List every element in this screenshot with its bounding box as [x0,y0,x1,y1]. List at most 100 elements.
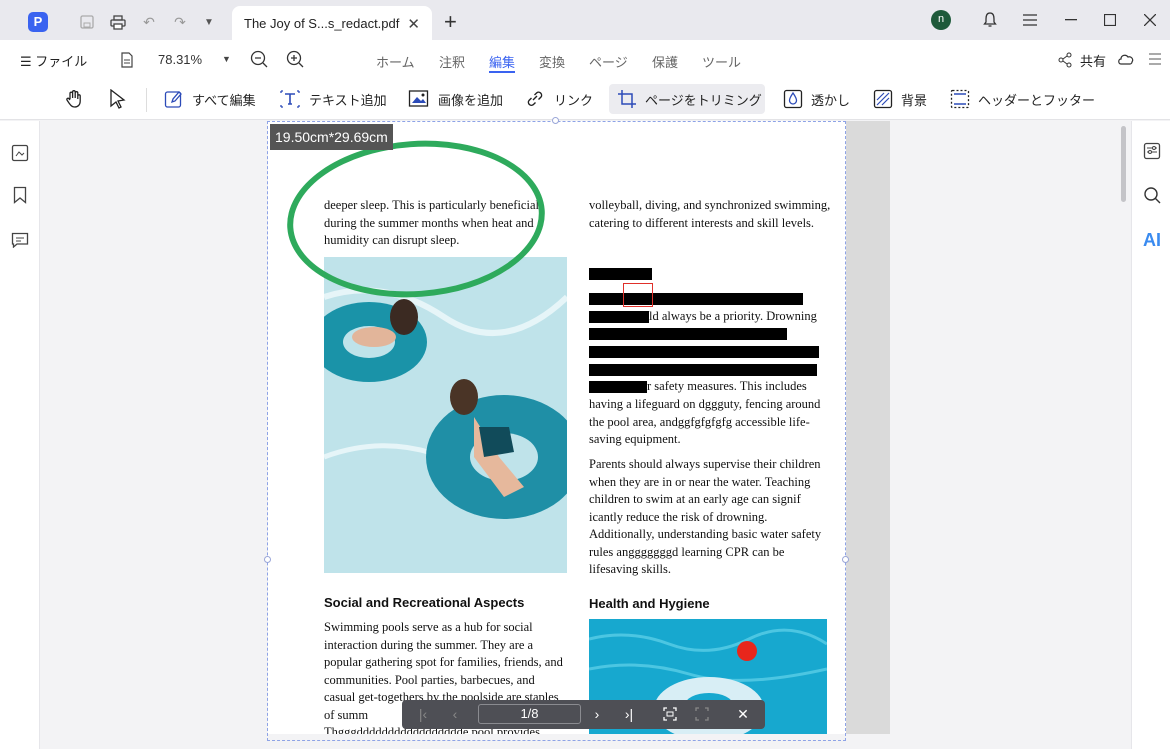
minimize-icon[interactable] [1061,10,1081,30]
redo-icon[interactable]: ↷ [171,13,189,31]
crop-size-label: 19.50cm*29.69cm [270,124,393,150]
file-menu[interactable]: ☰ ファイル [20,51,87,70]
tab-tools[interactable]: ツール [702,52,741,71]
maximize-icon[interactable] [1100,10,1120,30]
redaction-bar[interactable] [589,381,647,393]
thumbnail-icon[interactable] [10,143,30,163]
scrollbar-thumb[interactable] [1121,126,1126,202]
close-navigation-icon[interactable]: ✕ [734,705,752,723]
redaction-bar[interactable] [589,311,649,323]
edit-all-button[interactable]: すべて編集 [164,84,256,114]
hamburger-menu-icon[interactable] [1020,10,1040,30]
crop-handle-left[interactable] [264,556,271,563]
comment-icon[interactable] [10,230,30,250]
redaction-bar[interactable] [589,328,787,340]
add-image-button[interactable]: 画像を追加 [408,84,503,114]
next-page-icon[interactable]: › [588,705,606,723]
edit-toolbar: すべて編集 テキスト追加 画像を追加 リンク ページをトリミング 透かし 背景 … [0,80,1170,120]
hand-icon [66,90,81,108]
redaction-bar[interactable] [589,364,817,376]
right-redacted-line-2: r safety measures. This includes [647,379,807,393]
first-page-icon[interactable]: |‹ [414,705,432,723]
pool-photo-image [324,257,567,573]
header-footer-button[interactable]: ヘッダーとフッター [950,84,1095,114]
watermark-button[interactable]: 透かし [783,84,850,114]
tab-annotate[interactable]: 注釈 [439,52,465,71]
crop-page-label: ページをトリミング [645,92,762,108]
bookmark-icon[interactable] [10,185,30,205]
close-tab-icon[interactable]: ✕ [407,15,420,33]
page-outside-crop-area [846,121,890,734]
image-icon [408,90,429,107]
crop-handle-top[interactable] [552,117,559,124]
crop-page-button[interactable]: ページをトリミング [609,84,765,114]
document-tab-title: The Joy of S...s_redact.pdf [244,16,400,31]
watermark-drop-icon [783,89,803,109]
app-logo-icon: P [28,12,48,32]
select-tool-button[interactable] [109,84,135,114]
page-number-input[interactable]: 1/8 [478,704,581,724]
avatar[interactable]: n [931,10,951,30]
new-tab-icon[interactable]: + [444,9,457,35]
edit-all-label: すべて編集 [192,92,256,108]
previous-page-icon[interactable]: ‹ [446,705,464,723]
share-button[interactable]: 共有 [1080,51,1106,70]
header-footer-label: ヘッダーとフッター [978,92,1096,108]
quick-access-dropdown-icon[interactable]: ▼ [200,13,218,31]
tab-page[interactable]: ページ [589,52,628,71]
right-paragraph-1: volleyball, diving, and synchronized swi… [589,198,831,230]
right-sidebar: AI [1131,121,1170,749]
header-footer-icon [950,89,970,109]
background-button[interactable]: 背景 [873,84,927,114]
file-menu-icon: ☰ [20,54,36,69]
fit-page-icon[interactable] [661,705,679,723]
zoom-level[interactable]: 78.31% [158,52,202,67]
hand-tool-button[interactable] [64,84,92,114]
right-redacted-line-1: ld always be a priority. Drowning [649,309,817,323]
save-icon[interactable] [78,13,96,31]
right-paragraph-2: having a lifeguard on dggguty, fencing a… [589,397,821,446]
right-paragraph-3: Parents should always supervise their ch… [589,457,822,576]
watermark-label: 透かし [811,92,851,108]
title-bar: P ↶ ↷ ▼ The Joy of S...s_redact.pdf ✕ + … [0,0,1170,40]
redaction-bar[interactable] [589,346,819,358]
link-label: リンク [554,92,594,108]
redaction-bar[interactable] [589,268,652,280]
document-tab[interactable]: The Joy of S...s_redact.pdf ✕ [232,6,432,40]
last-page-icon[interactable]: ›| [620,705,638,723]
tab-convert[interactable]: 変換 [539,52,565,71]
link-button[interactable]: リンク [524,84,593,114]
zoom-dropdown-icon[interactable]: ▼ [222,54,231,64]
file-menu-label: ファイル [35,54,88,69]
properties-icon[interactable] [1142,141,1162,161]
tab-home[interactable]: ホーム [376,52,415,71]
notification-bell-icon[interactable] [980,10,1000,30]
vertical-scrollbar[interactable] [1117,121,1131,749]
undo-icon[interactable]: ↶ [140,13,158,31]
redaction-selection-box[interactable] [623,283,653,307]
cloud-icon[interactable] [1117,52,1135,71]
add-image-label: 画像を追加 [438,92,504,108]
print-icon[interactable] [109,13,127,31]
tab-protect[interactable]: 保護 [652,52,678,71]
text-box-icon [280,90,300,108]
ai-assistant-icon[interactable]: AI [1142,230,1162,250]
background-label: 背景 [901,92,928,108]
menu-bar: ☰ ファイル 78.31% ▼ ホーム 注釈 編集 変換 ページ 保護 ツール … [0,40,1170,80]
collapse-ribbon-icon[interactable] [1148,52,1162,71]
zoom-out-icon[interactable] [250,50,268,73]
left-section-heading: Social and Recreational Aspects [324,595,525,610]
pool-photo [324,257,567,573]
fit-width-icon[interactable] [693,705,711,723]
edit-pencil-icon [164,91,182,108]
page-view-icon[interactable] [120,52,134,73]
redaction-bar[interactable] [589,293,803,305]
search-icon[interactable] [1142,185,1162,205]
window-close-icon[interactable] [1140,10,1160,30]
add-text-label: テキスト追加 [309,92,387,108]
crop-handle-right[interactable] [842,556,849,563]
tab-edit[interactable]: 編集 [489,52,516,73]
share-icon [1057,52,1073,73]
zoom-in-icon[interactable] [286,50,304,73]
add-text-button[interactable]: テキスト追加 [279,84,387,114]
